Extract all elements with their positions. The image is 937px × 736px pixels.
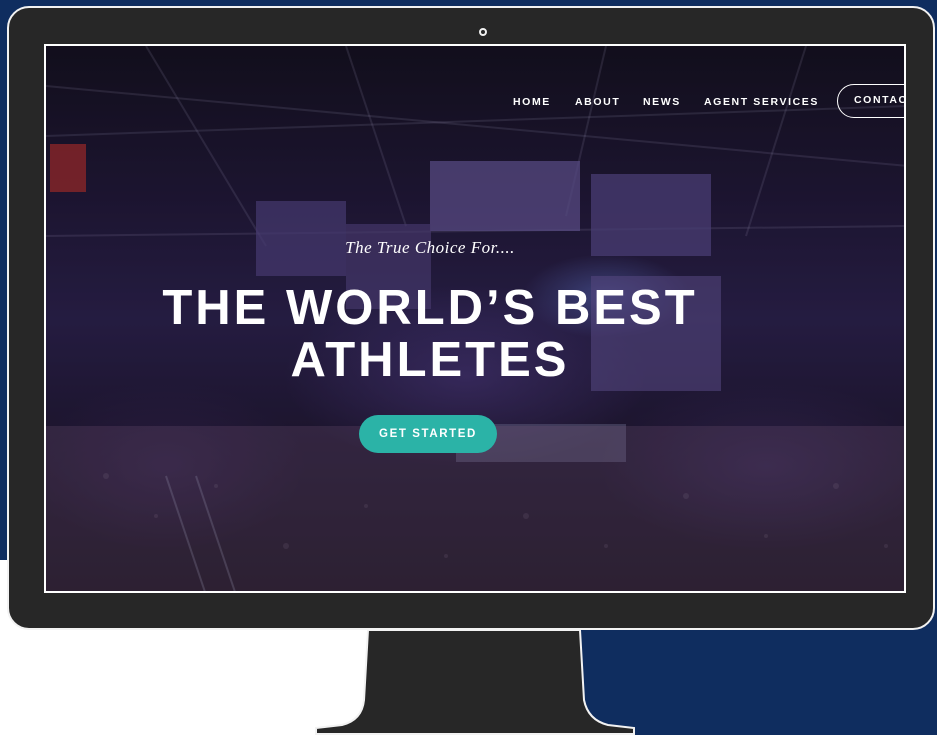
nav-contact-button[interactable]: CONTACT bbox=[837, 84, 904, 118]
hero-tagline: The True Choice For.... bbox=[345, 238, 515, 257]
nav-news-link[interactable]: NEWS bbox=[643, 84, 681, 124]
get-started-button[interactable]: GET STARTED bbox=[359, 415, 497, 453]
website-screen: HOME ABOUT NEWS AGENT SERVICES CONTACT T… bbox=[44, 44, 906, 593]
nav-home-link[interactable]: HOME bbox=[513, 84, 551, 124]
top-navigation: HOME ABOUT NEWS AGENT SERVICES CONTACT bbox=[46, 84, 904, 124]
monitor-stand bbox=[315, 630, 635, 735]
hero-headline-line-1: THE WORLD’S BEST bbox=[162, 281, 698, 335]
hero-headline: THE WORLD’S BEST ATHLETES bbox=[46, 282, 814, 386]
camera-dot-icon bbox=[479, 28, 487, 36]
hero-headline-line-2: ATHLETES bbox=[290, 333, 570, 387]
nav-agent-services-link[interactable]: AGENT SERVICES bbox=[704, 84, 819, 124]
nav-about-link[interactable]: ABOUT bbox=[575, 84, 620, 124]
